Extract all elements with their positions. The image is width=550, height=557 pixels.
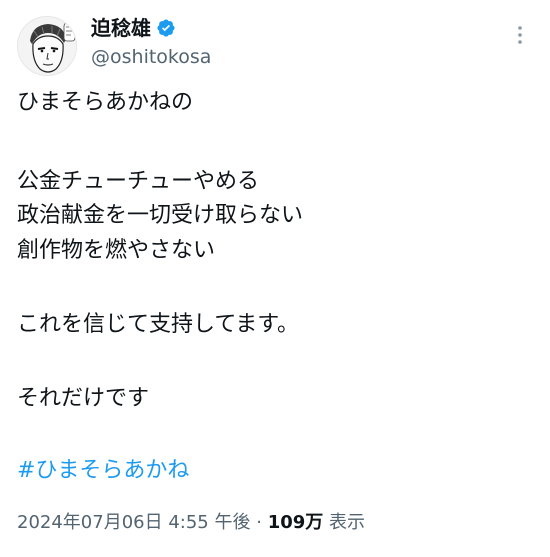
meta-separator: · bbox=[256, 512, 262, 533]
tweet-text-line: ひまそらあかねの bbox=[17, 90, 194, 115]
author-name-row: 迫稔雄 bbox=[91, 13, 176, 43]
tweet-card: 迫稔雄 @oshitokosa ひまそらあかねの 公金チューチューやめる 政治献… bbox=[0, 0, 550, 557]
more-vertical-icon[interactable] bbox=[510, 22, 530, 48]
timestamp-link[interactable]: 2024年07月06日 4:55 午後 bbox=[17, 512, 250, 533]
verified-badge-icon bbox=[156, 18, 176, 38]
tweet-text-line: 政治献金を一切受け取らない bbox=[17, 203, 304, 228]
tweet-text-line: これを信じて支持してます。 bbox=[17, 312, 300, 337]
tweet-text-line: それだけです bbox=[17, 386, 150, 411]
views-count: 109万 bbox=[267, 512, 324, 533]
author-avatar[interactable] bbox=[17, 16, 77, 76]
tweet-meta: 2024年07月06日 4:55 午後 · 109万 表示 bbox=[17, 510, 365, 536]
hashtag-link[interactable]: #ひまそらあかね bbox=[17, 456, 189, 486]
author-handle[interactable]: @oshitokosa bbox=[91, 44, 211, 70]
tweet-text-line: 創作物を燃やさない bbox=[17, 238, 216, 263]
author-display-name[interactable]: 迫稔雄 bbox=[91, 13, 151, 43]
tweet-text-line: 公金チューチューやめる bbox=[17, 169, 260, 194]
views-label: 表示 bbox=[329, 512, 365, 533]
manga-portrait-avatar-icon bbox=[18, 17, 76, 75]
